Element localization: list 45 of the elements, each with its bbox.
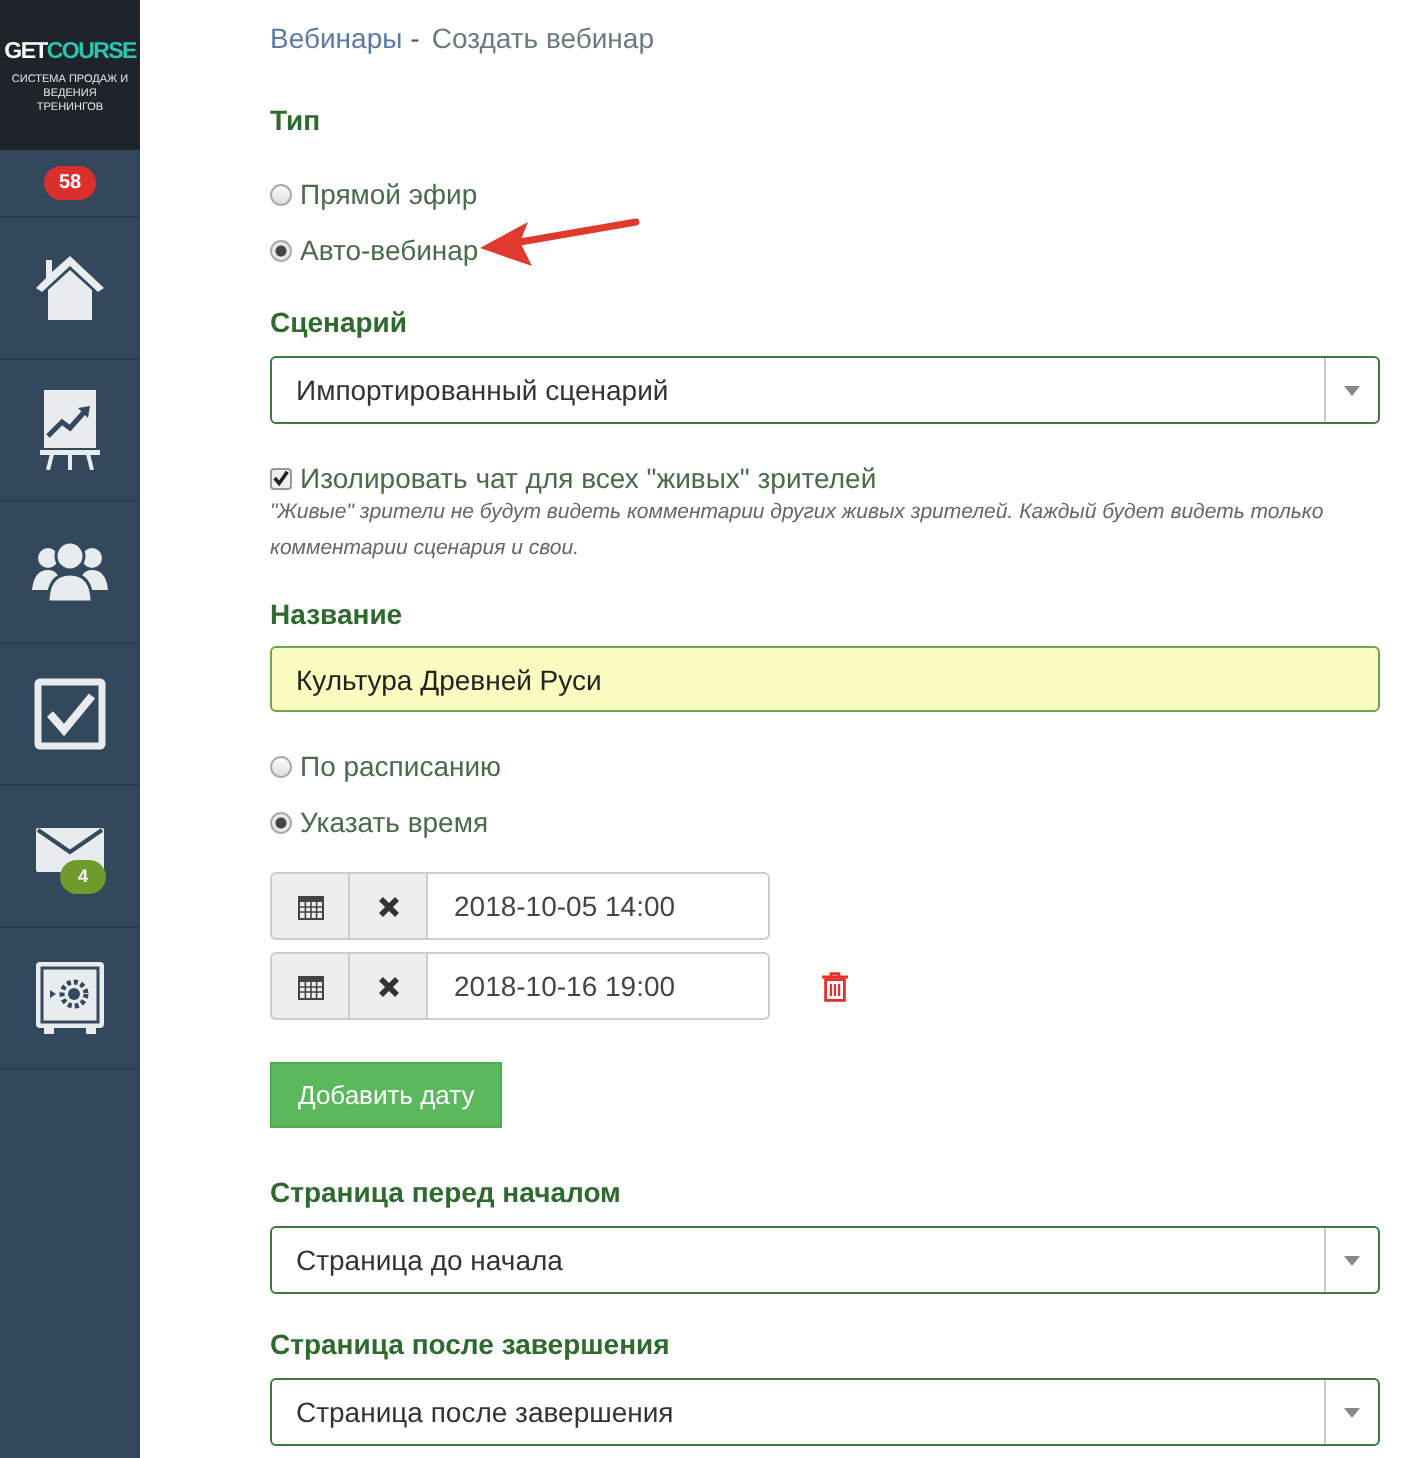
- page-select[interactable]: Страница после завершения: [270, 1378, 1380, 1446]
- breadcrumb-link[interactable]: Вебинары: [270, 22, 403, 54]
- breadcrumb-current: Создать вебинар: [431, 22, 654, 54]
- date-input[interactable]: 2018-10-05 14:00: [426, 872, 770, 940]
- clear-button[interactable]: [348, 872, 426, 940]
- field-label: Название: [270, 596, 405, 632]
- radio-button[interactable]: [270, 239, 292, 261]
- hint-text: "Живые" зрители не будут видеть комментарии других живых зрителей. Каждый будет видеть только комментарии сценария и свои.: [270, 498, 1326, 564]
- calendar-icon: [297, 893, 323, 919]
- date-input[interactable]: 2018-10-16 19:00: [426, 952, 770, 1020]
- unread-badge: 4: [60, 860, 107, 894]
- caret-icon: [1344, 385, 1360, 395]
- radio-label: По расписанию: [300, 750, 502, 782]
- radio-button[interactable]: [270, 183, 292, 205]
- notification-badge[interactable]: 58: [44, 166, 96, 200]
- safe-icon: [36, 962, 104, 1034]
- users-icon: [32, 542, 108, 602]
- presentation-chart-icon: [40, 390, 100, 470]
- calendar-icon: [297, 973, 323, 999]
- breadcrumb-separator: -: [410, 22, 420, 54]
- trash-icon[interactable]: [822, 971, 848, 1001]
- field-label: Страница перед началом: [270, 1174, 623, 1210]
- radio-button[interactable]: [270, 755, 292, 777]
- close-icon: [377, 895, 399, 917]
- radio-label: Авто-вебинар: [300, 234, 479, 266]
- logo[interactable]: GETCOURSE: [2, 36, 138, 68]
- page-select[interactable]: Страница до начала: [270, 1226, 1380, 1294]
- home-icon: [34, 254, 106, 322]
- radio-button[interactable]: [270, 811, 292, 833]
- calendar-button[interactable]: [270, 872, 348, 940]
- scenario-select[interactable]: Импортированный сценарий: [270, 356, 1380, 424]
- close-icon: [377, 975, 399, 997]
- caret-icon: [1344, 1255, 1360, 1265]
- clear-button[interactable]: [348, 952, 426, 1020]
- radio-label: Прямой эфир: [300, 178, 478, 210]
- checkbox-label: Изолировать чат для всех "живых" зрителей: [300, 462, 877, 494]
- checkbox-icon: [34, 678, 106, 750]
- name-input[interactable]: Культура Древней Руси: [270, 646, 1380, 712]
- caret-icon: [1344, 1407, 1360, 1417]
- field-label: Сценарий: [270, 304, 410, 340]
- calendar-button[interactable]: [270, 952, 348, 1020]
- field-label: Тип: [270, 102, 323, 138]
- field-label: Страница после завершения: [270, 1326, 672, 1362]
- checkbox[interactable]: [270, 467, 292, 489]
- radio-label: Указать время: [300, 806, 489, 838]
